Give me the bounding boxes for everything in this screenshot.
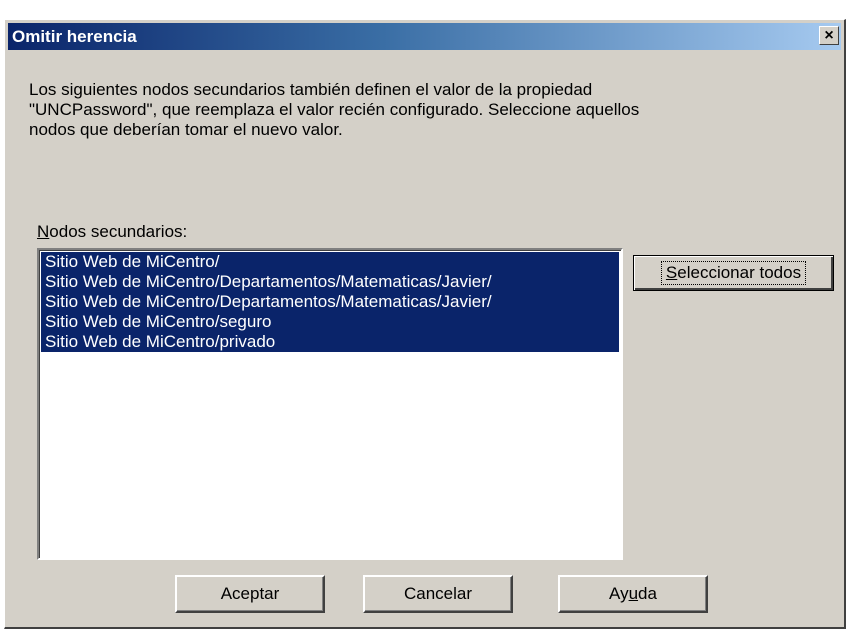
nodes-label-rest: odos secundarios: — [49, 222, 188, 241]
description-line: "UNCPassword", que reemplaza el valor re… — [29, 100, 640, 119]
cancel-button[interactable]: Cancelar — [363, 575, 513, 613]
title-bar[interactable]: Omitir herencia × — [8, 23, 841, 50]
help-button-label: Ayuda — [609, 584, 657, 604]
focus-ring: Seleccionar todos — [660, 261, 807, 285]
close-icon: × — [824, 26, 834, 44]
help-label-post: da — [638, 584, 657, 603]
help-button[interactable]: Ayuda — [558, 575, 708, 613]
list-item[interactable]: Sitio Web de MiCentro/seguro — [41, 312, 619, 332]
cancel-button-label: Cancelar — [403, 584, 473, 603]
nodes-label-accel: N — [37, 222, 50, 241]
list-item[interactable]: Sitio Web de MiCentro/privado — [41, 332, 619, 352]
ok-button[interactable]: Aceptar — [175, 575, 325, 613]
close-button[interactable]: × — [819, 26, 839, 45]
description-line: Los siguientes nodos secundarios también… — [29, 80, 593, 99]
help-label-accel: u — [628, 584, 639, 603]
select-all-accel: S — [665, 263, 678, 282]
list-item[interactable]: Sitio Web de MiCentro/Departamentos/Mate… — [41, 272, 619, 292]
window-title: Omitir herencia — [12, 27, 137, 46]
list-item[interactable]: Sitio Web de MiCentro/ — [41, 252, 619, 272]
description-line: nodos que deberían tomar el nuevo valor. — [29, 120, 343, 139]
ok-button-label: Aceptar — [220, 584, 280, 603]
select-all-label: eleccionar todos — [677, 263, 802, 282]
dialog-window: Omitir herencia × Los siguientes nodos s… — [4, 19, 846, 629]
help-label-pre: Ay — [609, 584, 629, 603]
nodes-label: Nodos secundarios: — [37, 222, 187, 242]
list-item[interactable]: Sitio Web de MiCentro/Departamentos/Mate… — [41, 292, 619, 312]
nodes-listbox[interactable]: Sitio Web de MiCentro/ Sitio Web de MiCe… — [37, 248, 623, 560]
select-all-button[interactable]: Seleccionar todos — [633, 255, 834, 291]
description-text: Los siguientes nodos secundarios también… — [29, 80, 819, 140]
